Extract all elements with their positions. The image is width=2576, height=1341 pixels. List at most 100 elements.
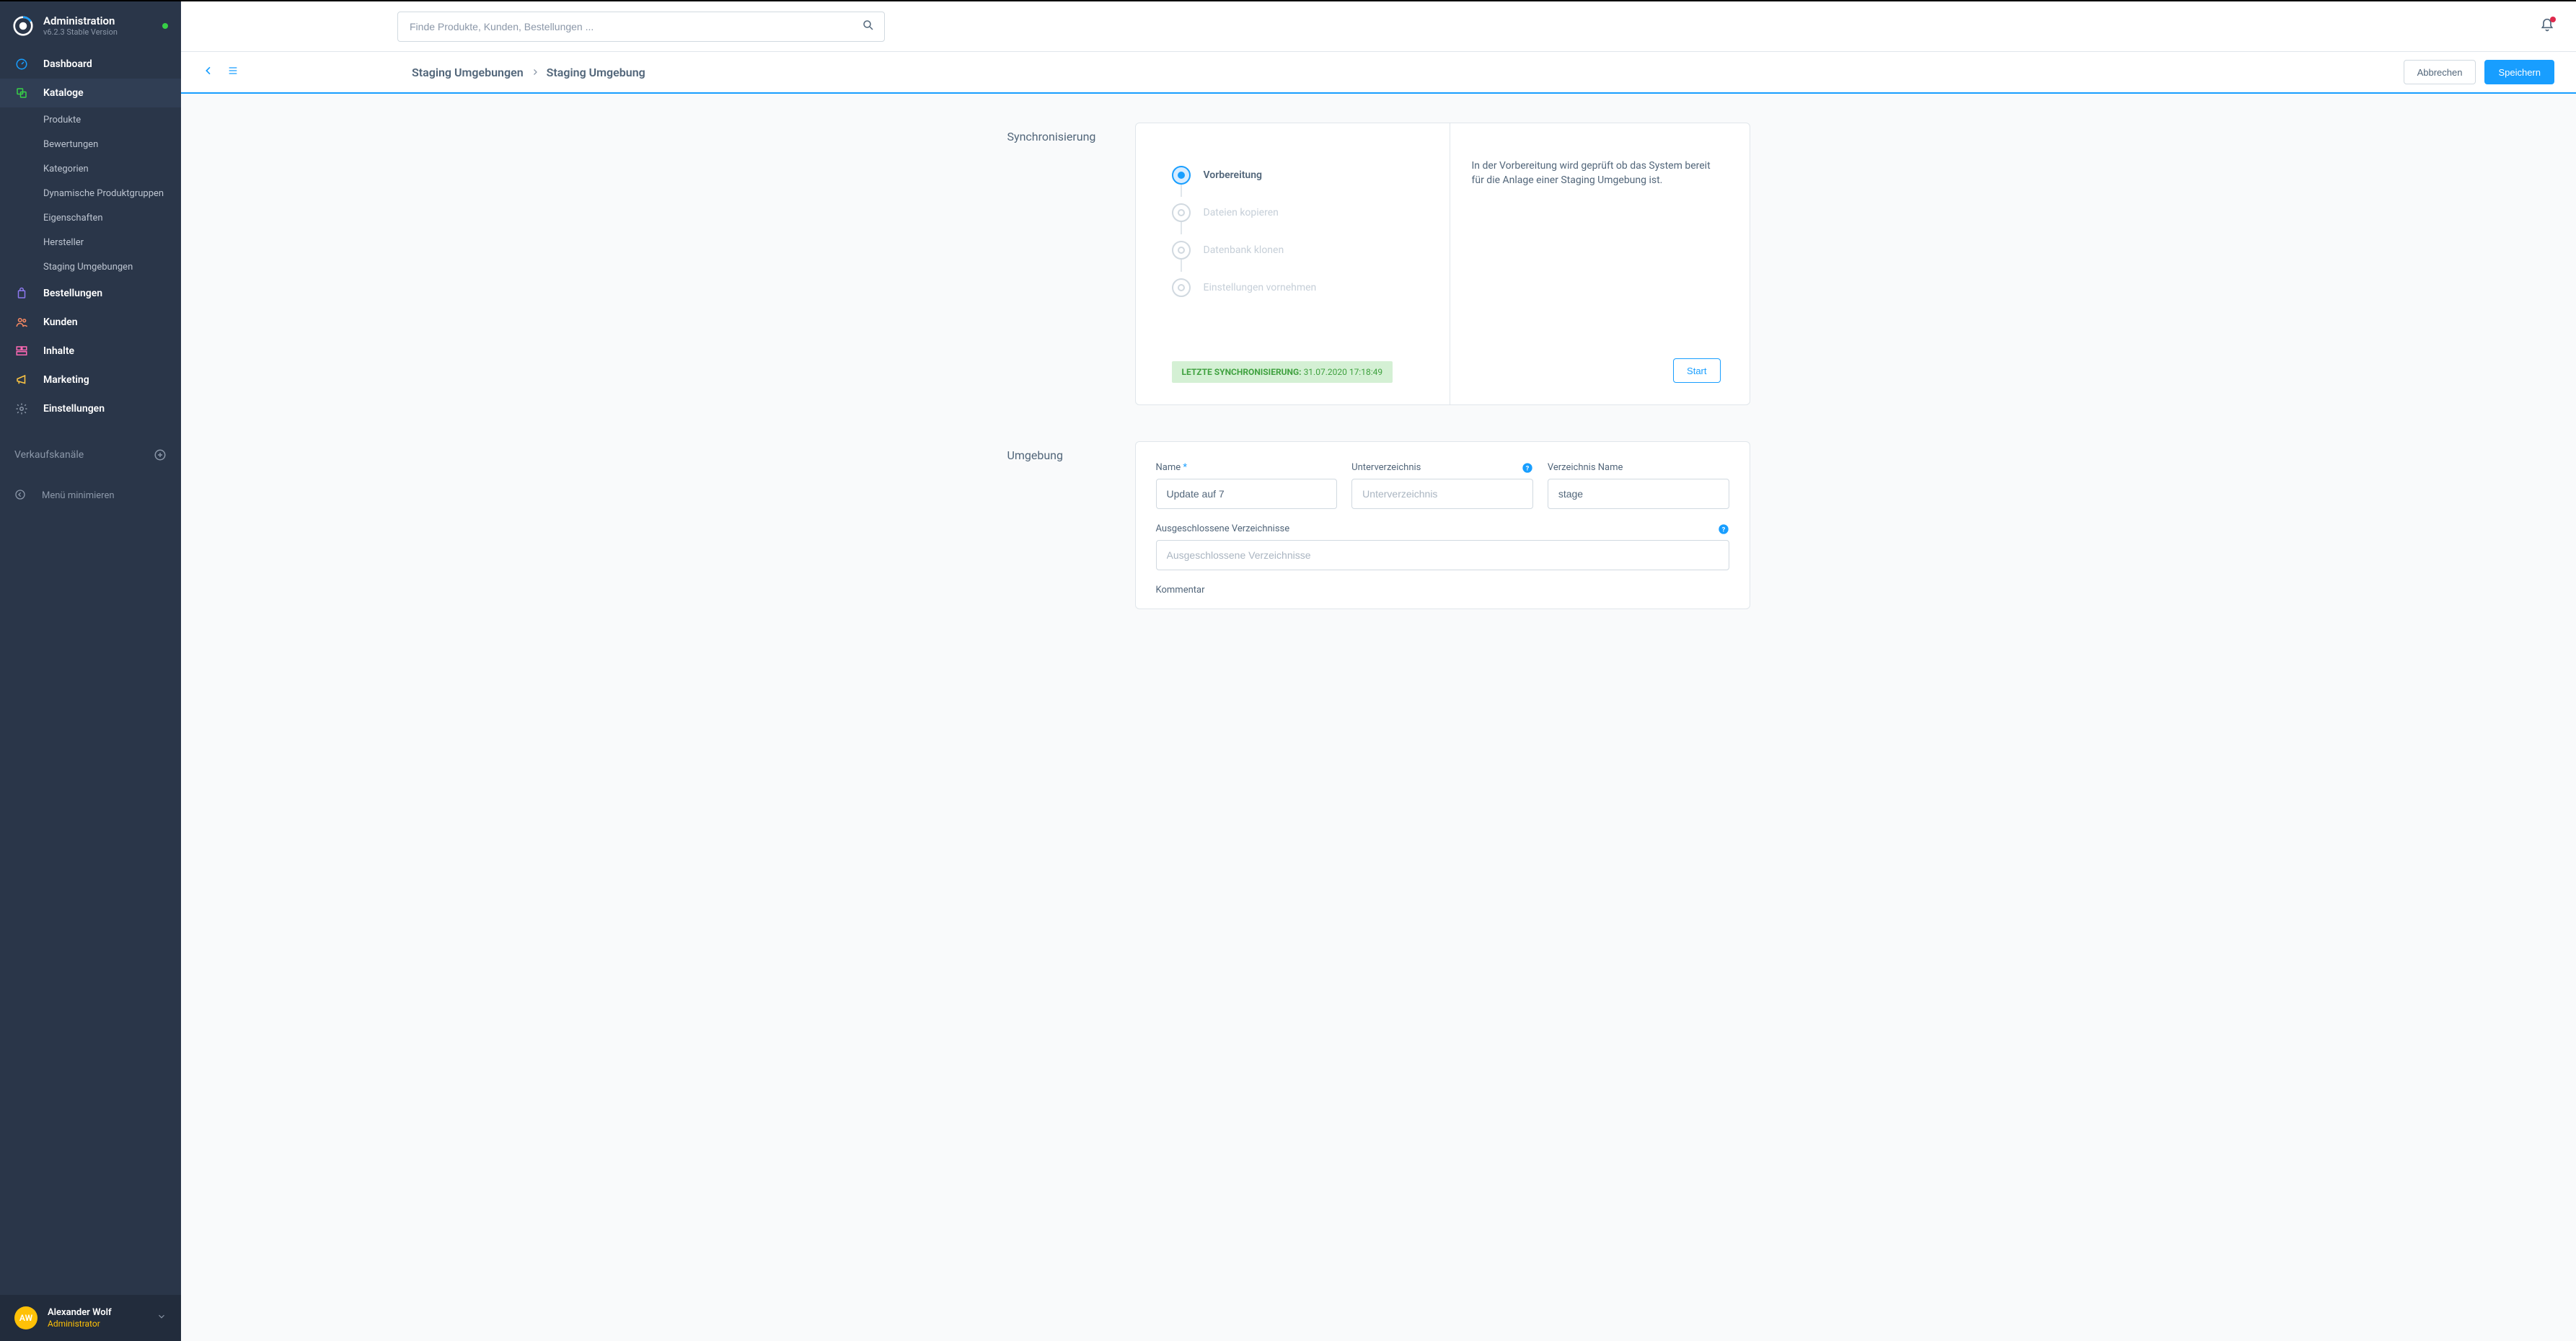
marketing-icon [14,373,29,387]
content: Synchronisierung Vorbereitung [181,94,2576,1341]
svg-text:?: ? [1721,526,1725,534]
field-unterverzeichnis: Unterverzeichnis ? [1351,462,1533,509]
dirname-input[interactable] [1548,479,1729,509]
dashboard-icon [14,57,29,71]
sub-produkte[interactable]: Produkte [0,107,181,132]
collapse-icon [14,489,27,502]
svg-text:?: ? [1526,464,1530,472]
sub-staging-umgebungen[interactable]: Staging Umgebungen [0,255,181,279]
nav-bestellungen[interactable]: Bestellungen [0,279,181,308]
logo-icon [13,16,33,36]
nav-label: Inhalte [43,345,74,357]
step-label: Dateien kopieren [1204,197,1279,229]
nav-label: Marketing [43,374,89,386]
subdir-label: Unterverzeichnis [1351,462,1533,473]
sub-bewertungen[interactable]: Bewertungen [0,132,181,156]
name-label: Name * [1156,462,1338,473]
umgebung-card: Name * Unterverzeichnis ? Verzeichnis Na… [1135,441,1750,609]
last-sync-badge: LETZTE SYNCHRONISIERUNG: 31.07.2020 17:1… [1172,361,1393,383]
section-umgebung: Umgebung Name * Unterverzeichnis ? [1007,441,1750,609]
excluded-input[interactable] [1156,540,1729,570]
sync-card: Vorbereitung Dateien kopieren Datenbank … [1135,123,1750,405]
sync-description: In der Vorbereitung wird geprüft ob das … [1472,159,1721,187]
sub-dynamische-produktgruppen[interactable]: Dynamische Produktgruppen [0,181,181,205]
nav-label: Dashboard [43,58,92,70]
field-ausgeschlossene: Ausgeschlossene Verzeichnisse ? [1156,523,1729,570]
field-name: Name * [1156,462,1338,509]
user-role: Administrator [48,1319,112,1329]
step-label: Vorbereitung [1204,159,1263,191]
sales-channel[interactable]: Verkaufskanäle [0,441,181,469]
excluded-label: Ausgeschlossene Verzeichnisse [1156,523,1729,534]
page-header: Staging Umgebungen Staging Umgebung Abbr… [181,52,2576,94]
nav: Dashboard Kataloge Produkte Bewertungen … [0,50,181,1295]
notifications[interactable] [2540,18,2554,35]
dirname-label: Verzeichnis Name [1548,462,1729,473]
breadcrumb-parent[interactable]: Staging Umgebungen [412,66,524,79]
last-sync-value: 31.07.2020 17:18:49 [1304,367,1383,377]
nav-einstellungen[interactable]: Einstellungen [0,394,181,423]
section-title: Umgebung [1007,441,1112,609]
list-icon[interactable] [227,65,239,79]
gear-icon [14,402,29,416]
sync-steps: Vorbereitung Dateien kopieren Datenbank … [1172,159,1421,304]
search-input[interactable] [397,12,885,42]
catalog-icon [14,86,29,100]
last-sync-label: LETZTE SYNCHRONISIERUNG: [1182,367,1302,377]
step-vorbereitung: Vorbereitung [1172,159,1421,191]
help-icon[interactable]: ? [1522,462,1533,474]
main: Staging Umgebungen Staging Umgebung Abbr… [181,1,2576,1341]
chevron-down-icon [156,1311,167,1324]
sub-eigenschaften[interactable]: Eigenschaften [0,205,181,230]
breadcrumb-current: Staging Umgebung [547,66,645,79]
sub-hersteller[interactable]: Hersteller [0,230,181,255]
section-title: Synchronisierung [1007,123,1112,405]
nav-label: Kunden [43,317,78,328]
nav-label: Kataloge [43,87,84,99]
nav-marketing[interactable]: Marketing [0,366,181,394]
nav-kunden[interactable]: Kunden [0,308,181,337]
subdir-input[interactable] [1351,479,1533,509]
notification-badge [2550,17,2556,22]
field-kommentar: Kommentar [1156,585,1729,601]
step-label: Einstellungen vornehmen [1204,272,1317,304]
save-button[interactable]: Speichern [2484,60,2554,84]
search [397,12,885,42]
step-einstellungen: Einstellungen vornehmen [1172,272,1421,304]
comment-label: Kommentar [1156,585,1729,596]
breadcrumb: Staging Umgebungen Staging Umgebung [412,66,645,79]
name-input[interactable] [1156,479,1338,509]
start-button[interactable]: Start [1673,358,1720,383]
topbar [181,1,2576,52]
nav-label: Einstellungen [43,403,105,415]
user-panel[interactable]: AW Alexander Wolf Administrator [0,1295,181,1341]
help-icon[interactable]: ? [1718,523,1729,535]
customers-icon [14,315,29,329]
step-dateien: Dateien kopieren [1172,197,1421,229]
orders-icon [14,286,29,301]
sub-kategorien[interactable]: Kategorien [0,156,181,181]
minimize-label: Menü minimieren [42,490,115,501]
user-name: Alexander Wolf [48,1307,112,1319]
sidebar: Administration v6.2.3 Stable Version Das… [0,1,181,1341]
step-label: Datenbank klonen [1204,234,1284,266]
status-indicator [162,23,168,29]
cancel-button[interactable]: Abbrechen [2404,60,2476,84]
search-icon[interactable] [862,19,875,35]
nav-dashboard[interactable]: Dashboard [0,50,181,79]
section-sync: Synchronisierung Vorbereitung [1007,123,1750,405]
field-verzeichnis-name: Verzeichnis Name [1548,462,1729,509]
app-title: Administration [43,14,156,27]
nav-kataloge[interactable]: Kataloge [0,79,181,107]
chevron-right-icon [531,66,539,79]
back-button[interactable] [203,65,214,79]
sales-channel-label: Verkaufskanäle [14,449,84,461]
nav-label: Bestellungen [43,288,102,299]
step-datenbank: Datenbank klonen [1172,234,1421,266]
content-icon [14,344,29,358]
app-version: v6.2.3 Stable Version [43,27,156,37]
plus-icon[interactable] [154,448,167,461]
nav-inhalte[interactable]: Inhalte [0,337,181,366]
avatar: AW [14,1306,38,1329]
menu-minimize[interactable]: Menü minimieren [0,481,181,510]
